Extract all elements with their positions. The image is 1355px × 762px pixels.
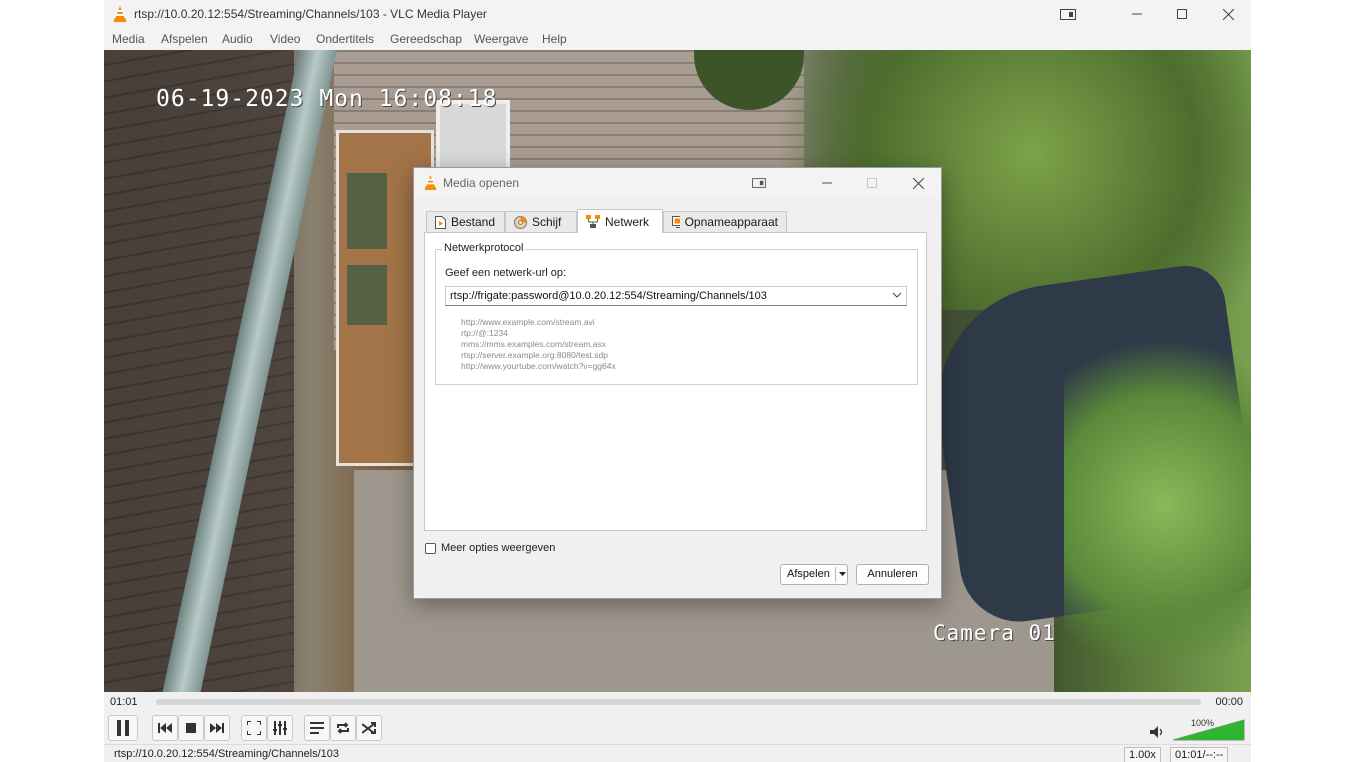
url-examples: http://www.example.com/stream.avi rtp://… <box>461 317 616 372</box>
dialog-close-button[interactable] <box>898 170 938 196</box>
seek-row: 01:01 00:00 <box>104 692 1251 712</box>
maximize-icon <box>867 178 877 188</box>
network-url-combobox[interactable]: rtsp://frigate:password@10.0.20.12:554/S… <box>445 286 907 306</box>
tab-label: Bestand <box>451 215 496 229</box>
network-tab-panel: Netwerkprotocol Geef een netwerk-url op:… <box>424 232 927 531</box>
next-button[interactable] <box>204 715 230 741</box>
network-icon <box>586 215 600 228</box>
menu-help[interactable]: Help <box>542 32 567 46</box>
stop-button[interactable] <box>178 715 204 741</box>
minimal-view-button[interactable] <box>1045 0 1091 28</box>
minimize-icon <box>822 182 832 184</box>
more-options-label: Meer opties weergeven <box>441 542 556 554</box>
status-time[interactable]: 01:01/--:-- <box>1170 747 1229 762</box>
elapsed-time[interactable]: 01:01 <box>110 696 138 708</box>
close-icon <box>1222 8 1234 20</box>
tab-schijf[interactable]: Schijf <box>505 211 577 232</box>
title-bar: rtsp://10.0.20.12:554/Streaming/Channels… <box>104 0 1251 28</box>
more-options-toggle[interactable]: Meer opties weergeven <box>425 542 555 554</box>
menu-video[interactable]: Video <box>270 32 300 46</box>
tab-label: Schijf <box>532 215 562 229</box>
maximize-icon <box>1177 9 1187 19</box>
status-media-url: rtsp://10.0.20.12:554/Streaming/Channels… <box>114 748 340 760</box>
url-example: http://www.yourtube.com/watch?v=gg64x <box>461 361 616 371</box>
vlc-cone-icon <box>424 175 437 190</box>
open-media-dialog: Media openen Bestand Schijf Netwerk Opna… <box>413 167 942 599</box>
menu-afspelen[interactable]: Afspelen <box>161 32 208 46</box>
loop-icon <box>337 722 349 734</box>
minimize-icon <box>1132 13 1142 15</box>
osd-timestamp: 06-19-2023 Mon 16:08:18 <box>156 86 498 112</box>
tab-netwerk[interactable]: Netwerk <box>577 209 663 233</box>
previous-button[interactable] <box>152 715 178 741</box>
equalizer-icon <box>273 721 287 735</box>
group-title: Netwerkprotocol <box>442 242 526 254</box>
video-tree-right <box>1064 310 1251 692</box>
pause-icon <box>117 720 129 736</box>
minimal-view-icon <box>1060 8 1076 20</box>
dialog-minimize-button[interactable] <box>807 170 847 196</box>
capture-device-icon <box>672 216 680 228</box>
menu-weergave[interactable]: Weergave <box>474 32 528 46</box>
minimal-view-icon <box>752 178 766 188</box>
split-divider <box>835 567 836 582</box>
volume-slider[interactable] <box>1172 719 1246 741</box>
loop-button[interactable] <box>330 715 356 741</box>
url-example: mms://mms.examples.com/stream.asx <box>461 339 606 349</box>
next-icon <box>210 723 224 733</box>
tab-label: Opnameapparaat <box>684 215 778 229</box>
url-example: rtp://@:1234 <box>461 328 508 338</box>
url-example: rtsp://server.example.org:8080/test.sdp <box>461 350 608 360</box>
previous-icon <box>158 723 172 733</box>
dialog-minimal-view-button[interactable] <box>739 170 779 196</box>
play-button-label[interactable]: Afspelen <box>787 568 830 580</box>
extended-settings-button[interactable] <box>267 715 293 741</box>
window-title: rtsp://10.0.20.12:554/Streaming/Channels… <box>134 7 487 21</box>
disc-icon <box>514 215 527 229</box>
chevron-down-icon[interactable] <box>892 290 902 300</box>
osd-camera-name: Camera 01 <box>933 621 1056 645</box>
playlist-button[interactable] <box>304 715 330 741</box>
menu-bar: Media Afspelen Audio Video Ondertitels G… <box>104 28 1251 50</box>
file-play-icon <box>435 215 446 229</box>
shuffle-button[interactable] <box>356 715 382 741</box>
total-time[interactable]: 00:00 <box>1215 696 1243 708</box>
network-protocol-group: Netwerkprotocol Geef een netwerk-url op:… <box>435 242 918 385</box>
menu-ondertitels[interactable]: Ondertitels <box>316 32 374 46</box>
maximize-button[interactable] <box>1159 0 1205 28</box>
fullscreen-button[interactable] <box>241 715 267 741</box>
url-example: http://www.example.com/stream.avi <box>461 317 595 327</box>
speaker-icon[interactable] <box>1150 726 1164 738</box>
seek-slider[interactable] <box>156 699 1201 705</box>
menu-gereedschap[interactable]: Gereedschap <box>390 32 462 46</box>
fullscreen-icon <box>247 721 261 735</box>
controls-bar: 100% <box>104 712 1251 744</box>
pause-button[interactable] <box>108 715 138 741</box>
stop-icon <box>186 723 196 733</box>
playlist-icon <box>310 722 324 734</box>
shuffle-icon <box>362 722 376 734</box>
vlc-cone-icon <box>114 6 126 22</box>
dropdown-arrow-icon[interactable] <box>838 568 847 580</box>
close-icon <box>912 177 924 189</box>
network-url-value[interactable]: rtsp://frigate:password@10.0.20.12:554/S… <box>450 290 767 302</box>
menu-media[interactable]: Media <box>112 32 145 46</box>
status-bar: rtsp://10.0.20.12:554/Streaming/Channels… <box>104 744 1251 762</box>
close-button[interactable] <box>1205 0 1251 28</box>
more-options-checkbox[interactable] <box>425 542 436 554</box>
tab-label: Netwerk <box>605 214 650 229</box>
play-split-button[interactable]: Afspelen <box>780 564 848 585</box>
tab-bestand[interactable]: Bestand <box>426 211 505 232</box>
tab-opnameapparaat[interactable]: Opnameapparaat <box>663 211 787 232</box>
dialog-maximize-button <box>852 170 892 196</box>
menu-audio[interactable]: Audio <box>222 32 253 46</box>
dialog-title: Media openen <box>443 176 520 190</box>
minimize-button[interactable] <box>1114 0 1160 28</box>
cancel-button[interactable]: Annuleren <box>856 564 929 585</box>
playback-speed[interactable]: 1.00x <box>1124 747 1161 762</box>
dialog-title-bar: Media openen <box>414 168 941 198</box>
url-label: Geef een netwerk-url op: <box>445 267 567 279</box>
